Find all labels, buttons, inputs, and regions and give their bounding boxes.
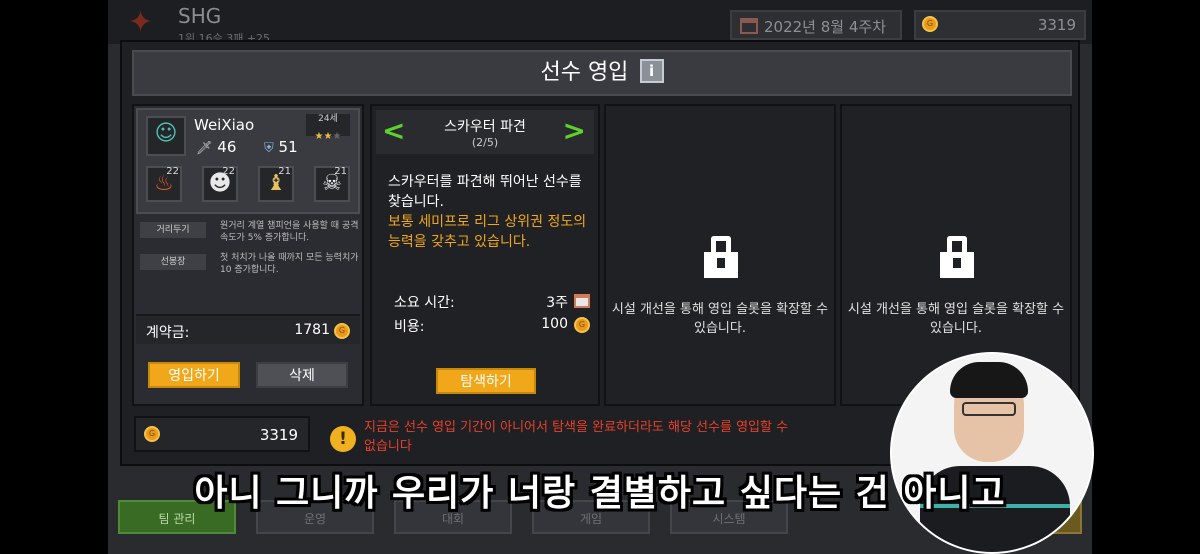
shield-icon: ⛨ bbox=[264, 141, 274, 156]
warning-icon: ! bbox=[330, 426, 356, 452]
time-label: 소요 시간: bbox=[394, 295, 455, 311]
player-card: ☺ WeiXiao 🗡 46 ⛨ 51 24세 ★★★ 22 ♨ 22 ☻ 21… bbox=[136, 108, 360, 214]
skill-desc: 원거리 계열 챔피언을 사용할 때 공격속도가 5% 증가합니다. bbox=[220, 221, 359, 243]
player-age: 24세 bbox=[318, 114, 338, 124]
calendar-icon bbox=[574, 294, 590, 308]
fee-label: 계약금: bbox=[146, 325, 190, 341]
age-badge: 24세 ★★★ bbox=[306, 114, 350, 142]
locked-slot-text: 시설 개선을 통해 영입 슬롯을 확장할 수 있습니다. bbox=[611, 302, 829, 336]
modal-title: 선수 영입 bbox=[540, 60, 629, 85]
cost-value: 100 bbox=[541, 316, 568, 332]
coin-icon: G bbox=[574, 317, 590, 333]
top-bar: ✦ SHG 1위 16승 3패 +25 2022년 8월 4주차 G 3319 bbox=[108, 0, 1092, 45]
scout-highlight-text: 보통 세미프로 리그 상위권 정도의 능력을 갖추고 있습니다. bbox=[388, 214, 587, 250]
info-icon[interactable]: i bbox=[639, 59, 664, 83]
video-subtitle: 아니 그니까 우리가 너랑 결별하고 싶다는 건 아니고 bbox=[194, 473, 1006, 514]
streamer-webcam bbox=[890, 352, 1094, 554]
champion-level: 22 bbox=[222, 166, 235, 177]
cost-label: 비용: bbox=[394, 319, 425, 335]
champion-slot[interactable]: 22 ☻ bbox=[202, 166, 238, 202]
team-logo-icon: ✦ bbox=[128, 5, 154, 40]
skill-tag: 선봉장 bbox=[140, 254, 206, 270]
calendar-icon bbox=[740, 18, 758, 34]
gold-display: G 3319 bbox=[914, 10, 1086, 40]
date-display: 2022년 8월 4주차 bbox=[730, 10, 902, 40]
search-button[interactable]: 탐색하기 bbox=[436, 368, 536, 394]
gold-balance: G 3319 bbox=[134, 416, 310, 452]
player-panel: ☺ WeiXiao 🗡 46 ⛨ 51 24세 ★★★ 22 ♨ 22 ☻ 21… bbox=[132, 104, 364, 406]
gold-text: 3319 bbox=[1037, 16, 1076, 34]
modal-header: 선수 영입 i bbox=[132, 50, 1072, 96]
coin-icon: G bbox=[144, 426, 160, 442]
champion-slot[interactable]: 22 ♨ bbox=[146, 166, 182, 202]
scout-count: (2/5) bbox=[471, 136, 499, 149]
champion-level: 21 bbox=[334, 166, 347, 177]
player-name: WeiXiao bbox=[194, 116, 255, 134]
delete-button[interactable]: 삭제 bbox=[256, 362, 348, 388]
skill-desc: 첫 처치가 나올 때까지 모든 능력치가 10 증가합니다. bbox=[220, 253, 359, 275]
player-avatar: ☺ bbox=[146, 116, 186, 156]
contract-fee-row: 계약금: 1781 G bbox=[136, 314, 360, 344]
lock-icon bbox=[704, 236, 738, 278]
fee-value: 1781 bbox=[294, 322, 330, 338]
lock-icon bbox=[940, 236, 974, 278]
champion-level: 21 bbox=[278, 166, 291, 177]
sword-icon: 🗡 bbox=[196, 141, 213, 156]
glasses-icon bbox=[962, 402, 1016, 416]
warning-text: 지금은 선수 영입 기간이 아니어서 탐색을 완료하더라도 해당 선수를 영입할… bbox=[364, 420, 789, 454]
defense-stat: ⛨ 51 bbox=[264, 138, 298, 156]
defense-value: 51 bbox=[278, 138, 298, 156]
skill-tag: 거리두기 bbox=[140, 222, 206, 238]
champion-level: 22 bbox=[166, 166, 179, 177]
champion-slot[interactable]: 21 ♝ bbox=[258, 166, 294, 202]
team-name: SHG bbox=[178, 4, 222, 28]
locked-slot-text: 시설 개선을 통해 영입 슬롯을 확장할 수 있습니다. bbox=[847, 302, 1065, 336]
scout-desc-text: 스카우터를 파견해 뛰어난 선수를 찾습니다. bbox=[388, 174, 582, 210]
scout-description: 스카우터를 파견해 뛰어난 선수를 찾습니다. 보통 세미프로 리그 상위권 정… bbox=[388, 172, 588, 252]
scout-panel: < 스카우터 파견 (2/5) > 스카우터를 파견해 뛰어난 선수를 찾습니다… bbox=[370, 104, 600, 406]
time-value: 3주 bbox=[546, 295, 568, 311]
coin-icon: G bbox=[922, 16, 938, 32]
coin-icon: G bbox=[334, 323, 350, 339]
locked-slot: 시설 개선을 통해 영입 슬롯을 확장할 수 있습니다. bbox=[604, 104, 836, 406]
attack-value: 46 bbox=[217, 138, 237, 156]
champion-slot[interactable]: 21 ☠ bbox=[314, 166, 350, 202]
recruit-button[interactable]: 영입하기 bbox=[148, 362, 240, 388]
scout-header: < 스카우터 파견 (2/5) > bbox=[376, 110, 594, 154]
date-text: 2022년 8월 4주차 bbox=[764, 18, 886, 36]
chevron-right-icon[interactable]: > bbox=[563, 114, 586, 148]
star-rating-icon: ★★★ bbox=[314, 131, 342, 142]
scout-title: 스카우터 파견 bbox=[444, 119, 526, 135]
attack-stat: 🗡 46 bbox=[196, 138, 236, 156]
gold-balance-value: 3319 bbox=[259, 426, 298, 444]
